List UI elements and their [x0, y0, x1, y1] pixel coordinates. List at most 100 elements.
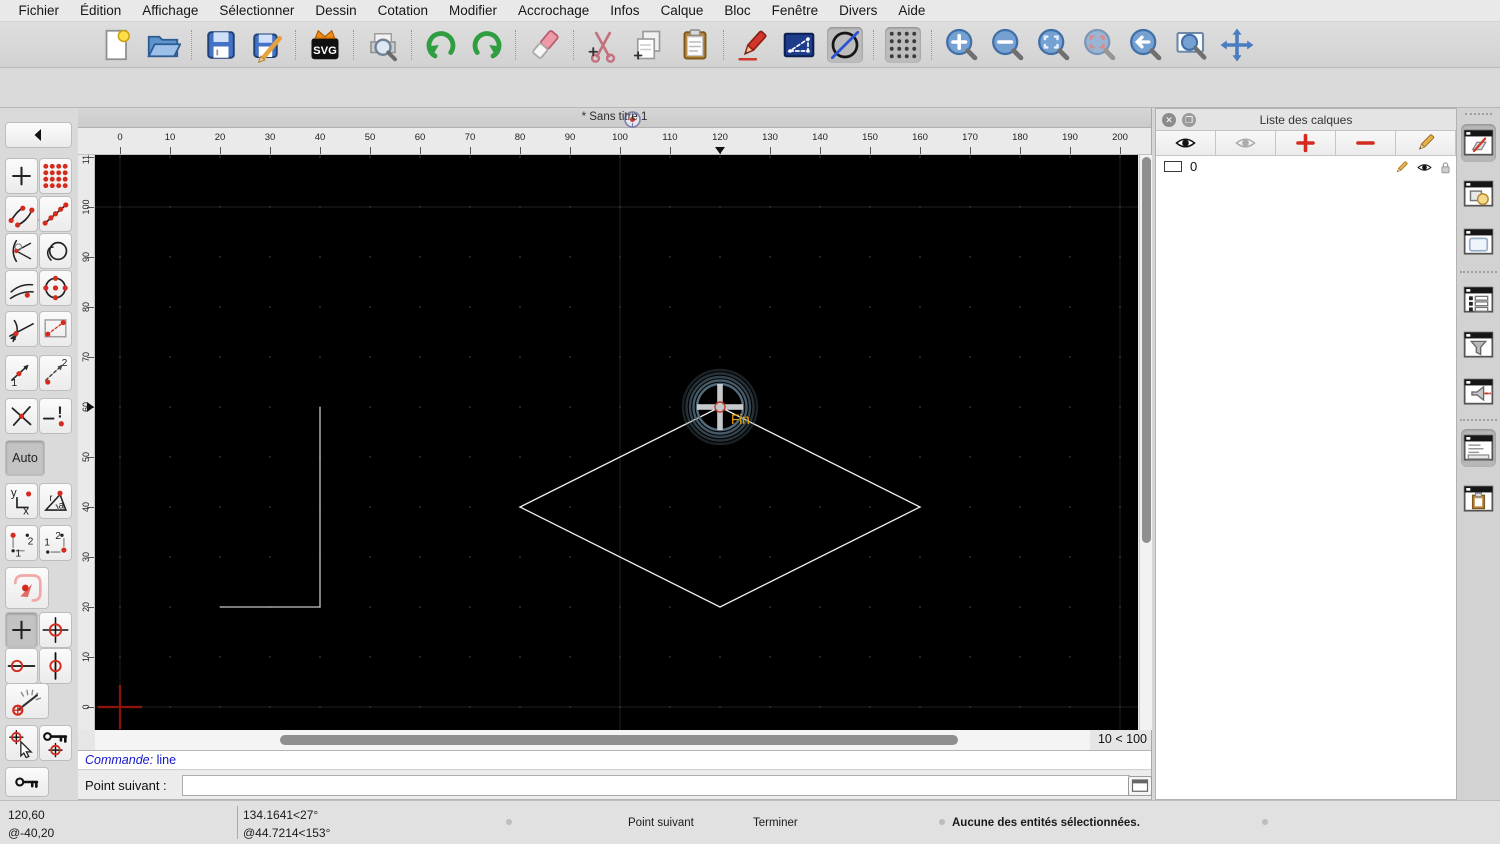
distance-point-2-button[interactable]: 2 — [39, 355, 72, 391]
grid-toggle-button[interactable] — [885, 26, 921, 63]
restrict-vertical-button[interactable] — [39, 648, 72, 684]
selection-region-button[interactable] — [5, 567, 49, 609]
menu-infos[interactable]: Infos — [600, 0, 650, 22]
hide-all-layers-button[interactable] — [1216, 131, 1276, 156]
h-ruler-label: 170 — [962, 132, 978, 143]
menu-accrochage[interactable]: Accrochage — [507, 0, 599, 22]
menu-bloc[interactable]: Bloc — [714, 0, 761, 22]
snap-grid-button[interactable] — [39, 158, 72, 194]
snap-dashed-entity-button[interactable] — [39, 311, 72, 347]
show-all-layers-button[interactable] — [1156, 131, 1216, 156]
grid-status: 10 < 100 — [1097, 732, 1147, 746]
drawing-canvas[interactable]: Fin — [95, 155, 1138, 730]
zoom-window-button[interactable] — [1173, 27, 1209, 63]
cut-button[interactable] — [585, 27, 621, 63]
filter-dock-toggle[interactable] — [1461, 326, 1496, 364]
export-svg-button[interactable]: SVG — [307, 27, 343, 63]
lock-relative-zero-button[interactable] — [39, 725, 72, 761]
snap-tangent-button[interactable] — [5, 311, 38, 347]
set-relative-zero-button[interactable] — [5, 683, 49, 719]
menu-selectionner[interactable]: Sélectionner — [209, 0, 305, 22]
undo-button[interactable] — [423, 27, 459, 63]
menu-cotation[interactable]: Cotation — [367, 0, 438, 22]
svg-text:2: 2 — [28, 536, 34, 547]
redo-button[interactable] — [469, 27, 505, 63]
print-preview-button[interactable] — [365, 27, 401, 63]
snap-intersection-button[interactable] — [39, 270, 72, 306]
zoom-in-button[interactable] — [943, 27, 979, 63]
zoom-out-button[interactable] — [989, 27, 1025, 63]
snap-distance-button[interactable] — [5, 270, 38, 306]
menu-affichage[interactable]: Affichage — [132, 0, 209, 22]
layer-lock-icon[interactable] — [1437, 159, 1454, 176]
draw-pen-button[interactable] — [735, 27, 771, 63]
remove-layer-button[interactable] — [1336, 131, 1396, 156]
zoom-previous-button[interactable] — [1127, 27, 1163, 63]
new-button[interactable] — [99, 27, 135, 63]
menu-calque[interactable]: Calque — [650, 0, 714, 22]
splitter-dot — [1262, 819, 1268, 825]
copy-button[interactable] — [631, 27, 667, 63]
command-prompt-row: Point suivant : — [78, 771, 1152, 800]
save-as-button[interactable] — [249, 27, 285, 63]
h-ruler-label: 30 — [264, 132, 276, 143]
layers-dock-toggle[interactable] — [1461, 124, 1496, 162]
menu-divers[interactable]: Divers — [829, 0, 888, 22]
vertical-scrollbar-thumb[interactable] — [1141, 157, 1151, 543]
intersection-auto-button[interactable] — [5, 398, 38, 434]
layer-row[interactable]: 0 — [1156, 156, 1456, 178]
relative-zero-cursor-button[interactable] — [5, 725, 38, 761]
unlock-relative-zero-button[interactable] — [5, 767, 49, 797]
dock-toggle-strip — [1457, 108, 1500, 800]
command-dock-toggle[interactable] — [1461, 429, 1496, 467]
coordinate-polar-button[interactable]: ar — [39, 483, 72, 519]
corner-point-1-button[interactable]: 12 — [5, 525, 38, 561]
collapse-palette-button[interactable] — [5, 122, 72, 148]
snap-center-button[interactable] — [5, 233, 38, 269]
blocks-dock-toggle[interactable] — [1461, 175, 1496, 213]
vertical-scrollbar[interactable] — [1139, 155, 1152, 730]
menu-dessin[interactable]: Dessin — [305, 0, 367, 22]
distance-point-1-button[interactable]: 1 — [5, 355, 38, 391]
free-snap-toggle-button[interactable] — [827, 26, 863, 63]
command-input[interactable] — [182, 775, 1130, 796]
layer-visibility-icon[interactable] — [1416, 159, 1433, 176]
menu-edition[interactable]: Édition — [70, 0, 132, 22]
menu-modifier[interactable]: Modifier — [438, 0, 507, 22]
zoom-selected-button[interactable] — [1081, 27, 1117, 63]
layer-edit-icon[interactable] — [1393, 159, 1410, 176]
add-layer-button[interactable] — [1276, 131, 1336, 156]
snap-on-entity-button[interactable] — [39, 196, 72, 232]
strip-drag-handle[interactable] — [1465, 113, 1492, 115]
intersection-manual-button[interactable]: ! — [39, 398, 72, 434]
draft-mode-button[interactable] — [781, 27, 817, 63]
save-button[interactable] — [203, 27, 239, 63]
horizontal-scrollbar-thumb[interactable] — [280, 735, 958, 745]
menu-fenetre[interactable]: Fenêtre — [761, 0, 829, 22]
corner-point-2-button[interactable]: 12 — [39, 525, 72, 561]
h-ruler-label: 110 — [662, 132, 678, 143]
entity-list-dock-toggle[interactable] — [1461, 281, 1496, 319]
restrict-nothing-button[interactable] — [5, 612, 38, 648]
clipboard-dock-toggle[interactable] — [1461, 480, 1496, 518]
snap-middle-button[interactable] — [39, 233, 72, 269]
properties-dock-toggle[interactable] — [1461, 373, 1496, 411]
snap-free-button[interactable] — [5, 158, 38, 194]
zoom-auto-button[interactable] — [1035, 27, 1071, 63]
library-dock-toggle[interactable] — [1461, 223, 1496, 261]
menu-fichier[interactable]: Fichier — [8, 0, 70, 22]
drawing-title-bar[interactable]: * Sans titre 1 — [78, 108, 1151, 128]
horizontal-scrollbar[interactable] — [95, 730, 1090, 750]
snap-endpoints-button[interactable] — [5, 196, 38, 232]
pan-button[interactable] — [1219, 27, 1255, 63]
open-button[interactable] — [145, 27, 181, 63]
menu-aide[interactable]: Aide — [888, 0, 936, 22]
delete-button[interactable] — [527, 27, 563, 63]
edit-layer-button[interactable] — [1396, 131, 1456, 156]
snap-auto-button[interactable]: Auto — [5, 440, 45, 476]
paste-button[interactable] — [677, 27, 713, 63]
restrict-orthogonal-button[interactable] — [39, 612, 72, 648]
detach-command-button[interactable] — [1128, 776, 1152, 796]
coordinate-cartesian-button[interactable]: yx — [5, 483, 38, 519]
restrict-horizontal-button[interactable] — [5, 648, 38, 684]
